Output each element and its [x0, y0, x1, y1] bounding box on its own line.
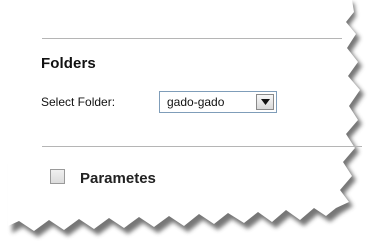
section-divider-middle — [42, 146, 362, 147]
chevron-down-icon — [261, 99, 270, 105]
parameters-checkbox[interactable] — [50, 169, 65, 184]
folder-select[interactable]: gado-gado — [159, 91, 277, 113]
section-divider-top — [42, 38, 342, 39]
folder-select-value: gado-gado — [167, 95, 225, 109]
select-folder-label: Select Folder: — [41, 95, 116, 109]
screenshot-stage: Folders Select Folder: gado-gado Paramet… — [0, 0, 369, 243]
parameters-checkbox-label[interactable]: Parametes — [80, 170, 156, 187]
torn-edge-shadow — [8, 0, 364, 237]
torn-paper-frame — [0, 0, 369, 243]
folders-section-title: Folders — [41, 55, 96, 72]
folder-select-arrow-button[interactable] — [256, 94, 274, 110]
